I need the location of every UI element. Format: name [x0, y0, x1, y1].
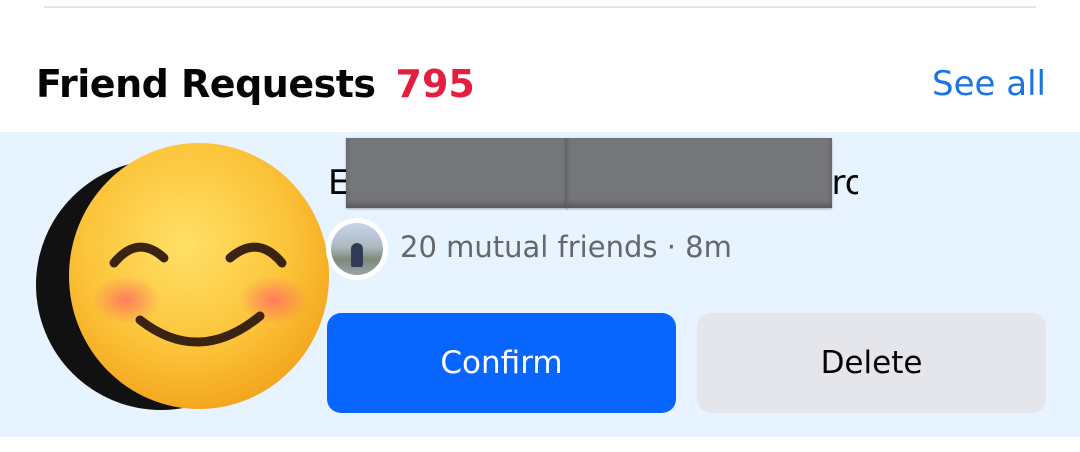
section-title: Friend Requests	[36, 62, 376, 106]
name-redaction-right	[566, 138, 832, 208]
see-all-link[interactable]: See all	[932, 64, 1046, 104]
confirm-button[interactable]: Confirm	[327, 313, 676, 413]
top-divider	[44, 6, 1036, 8]
request-count: 795	[395, 62, 475, 106]
delete-button[interactable]: Delete	[697, 313, 1046, 413]
smiling-face-emoji-icon	[69, 143, 329, 409]
name-redaction-left	[346, 138, 568, 208]
mutual-friends-info: 20 mutual friends · 8m	[400, 230, 732, 264]
name-visible-end: ro	[831, 163, 858, 203]
mutual-friend-figure	[351, 243, 363, 267]
mutual-friend-avatar	[326, 218, 388, 280]
mutual-friend-photo	[331, 223, 383, 275]
friend-requests-header: Friend Requests 795 See all	[36, 56, 1046, 112]
